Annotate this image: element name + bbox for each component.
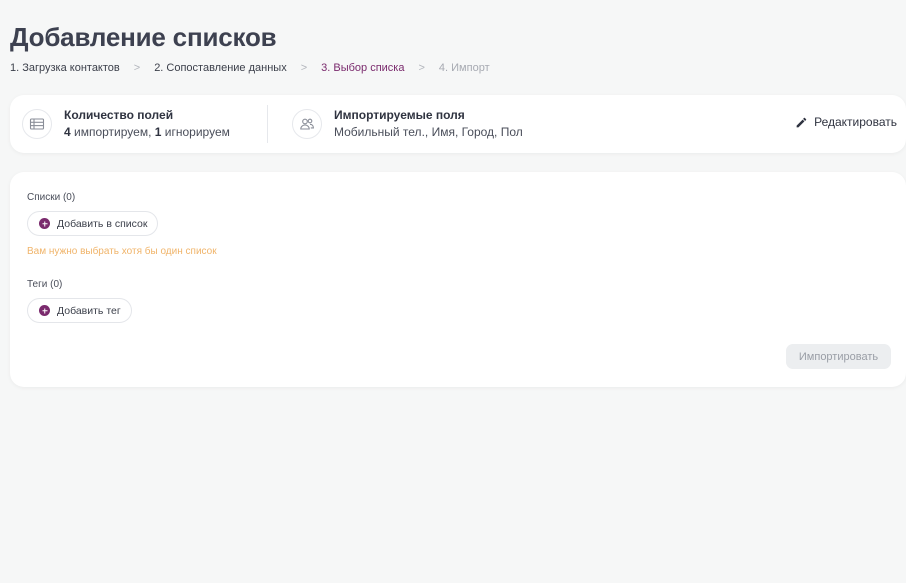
add-to-list-button[interactable]: Добавить в список (27, 211, 159, 236)
edit-button-label: Редактировать (814, 115, 897, 129)
table-icon (22, 109, 52, 139)
breadcrumb-steps: 1. Загрузка контактов > 2. Сопоставление… (10, 62, 490, 74)
imported-fields-value: Мобильный тел., Имя, Город, Пол (334, 125, 523, 139)
pencil-icon (796, 117, 807, 127)
list-selection-card: Списки (0) Добавить в список Вам нужно в… (10, 172, 906, 387)
import-summary-card: Количество полей 4 импортируем, 1 игнори… (10, 95, 906, 153)
step-select-list: 3. Выбор списка (321, 62, 405, 74)
chevron-right-icon: > (418, 62, 425, 74)
chevron-right-icon: > (133, 62, 141, 74)
edit-button[interactable]: Редактировать (795, 115, 897, 129)
fields-count-title: Количество полей (64, 108, 174, 122)
users-icon (292, 109, 322, 139)
step-upload[interactable]: 1. Загрузка контактов (10, 62, 120, 74)
add-to-list-label: Добавить в список (57, 217, 148, 230)
step-import: 4. Импорт (438, 62, 490, 74)
page-title: Добавление списков (10, 22, 277, 52)
imported-text: импортируем, (70, 125, 155, 139)
add-tag-label: Добавить тег (57, 304, 121, 317)
imported-count: 4 (64, 125, 71, 139)
list-required-warning: Вам нужно выбрать хотя бы один список (27, 246, 217, 257)
import-button[interactable]: Импортировать (786, 344, 891, 369)
summary-divider (267, 105, 268, 143)
tags-label: Теги (0) (27, 279, 63, 290)
add-tag-button[interactable]: Добавить тег (27, 298, 132, 323)
imported-fields-title: Импортируемые поля (334, 108, 465, 122)
plus-icon (39, 305, 50, 316)
fields-count-value: 4 импортируем, 1 игнорируем (64, 125, 230, 139)
chevron-right-icon: > (300, 62, 308, 74)
lists-label: Списки (0) (27, 192, 76, 203)
plus-icon (39, 218, 50, 229)
step-mapping[interactable]: 2. Сопоставление данных (154, 62, 287, 74)
ignored-text: игнорируем (161, 125, 230, 139)
